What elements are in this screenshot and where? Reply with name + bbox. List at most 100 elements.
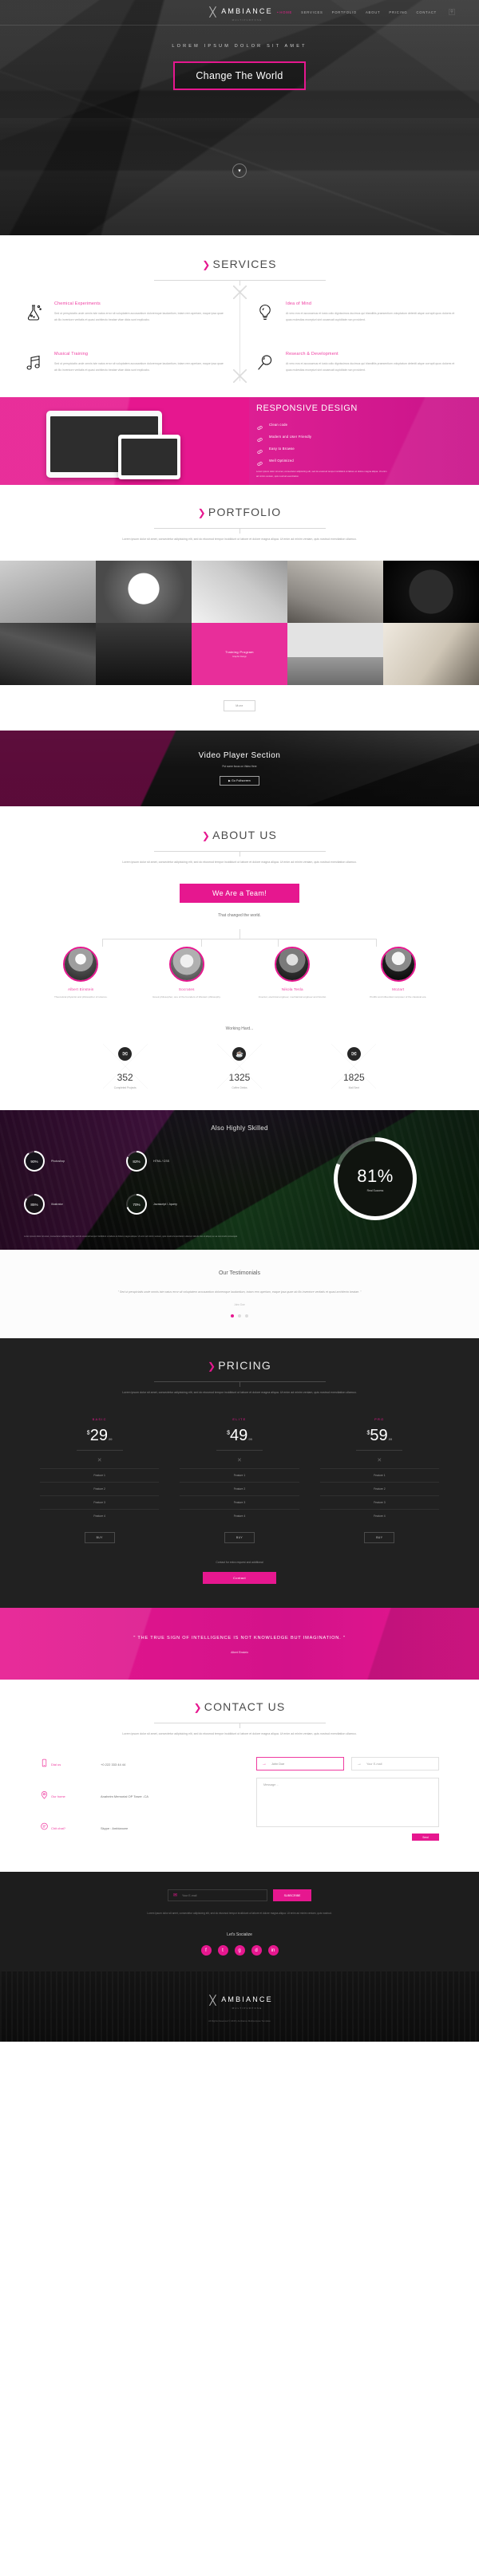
portfolio-item[interactable] (287, 560, 383, 623)
subscribe-section: ✉ Your E-mail SUBSCRIBE Lorem ipsum dolo… (0, 1872, 479, 1972)
plan-buy-button[interactable]: BUY (224, 1532, 255, 1544)
team-member[interactable]: Albert Einstein Theoretical physicist an… (32, 946, 130, 999)
plan-buy-button[interactable]: BUY (84, 1532, 115, 1544)
contact-heading: ❯ CONTACT US Lorem ipsum dolor sit amet, … (0, 1700, 479, 1738)
lightbulb-icon (255, 301, 276, 326)
portfolio-more-button[interactable]: More (224, 699, 255, 711)
service-card-musical[interactable]: Musical Training Sed ut perspiciatis und… (24, 352, 224, 376)
footer-section: AMBIANCE MULTIPURPOSE All Rights Reserve… (0, 1971, 479, 2042)
service-card-research[interactable]: Research & Development At vero eos et ac… (255, 352, 455, 376)
portfolio-item[interactable] (0, 560, 96, 623)
nav-item-services[interactable]: SERVICES (301, 10, 323, 14)
service-text: At vero eos et accusamus et iusto odio d… (286, 312, 455, 321)
portfolio-item[interactable] (383, 560, 479, 623)
portfolio-item[interactable] (96, 622, 192, 685)
services-title-text: SERVICES (212, 258, 277, 270)
team-member[interactable]: Mozart Prolific and influential composer… (350, 946, 448, 999)
avatar (63, 946, 99, 982)
chat-bubble-icon (40, 1821, 51, 1835)
plan-period: .99 (247, 1437, 252, 1442)
contact-value: +0 222 333 44 44 (101, 1762, 126, 1767)
video-fullscreen-button[interactable]: ▶ Go Fullscreen (220, 775, 259, 786)
skill-label: Photoshop (51, 1160, 65, 1163)
nav-item-contact[interactable]: CONTACT (416, 10, 437, 14)
team-member[interactable]: Socrates Greek philosopher, one of the f… (138, 946, 236, 999)
close-icon: ✕ (97, 1458, 102, 1464)
plan-feature: Feature 4 (319, 1509, 439, 1522)
hero-content: LOREM IPSUM DOLOR SIT AMET Change The Wo… (0, 24, 479, 90)
nav-item-portfolio[interactable]: PORTFOLIO (332, 10, 357, 14)
plan-feature: Feature 1 (319, 1468, 439, 1482)
send-button[interactable]: Send (412, 1834, 439, 1841)
name-field[interactable]: → John Doe (256, 1757, 344, 1771)
message-field[interactable]: Message .. (256, 1778, 439, 1828)
section-title: ❯ PORTFOLIO (198, 506, 282, 518)
plan-buy-button[interactable]: BUY (364, 1532, 395, 1544)
search-icon[interactable]: ⚲ (449, 9, 455, 15)
plan-feature: Feature 1 (180, 1468, 299, 1482)
section-title: ❯ SERVICES (202, 258, 276, 270)
testimonial-quote: " Sed ut perspiciatis unde omnis iste na… (117, 1290, 362, 1294)
chevron-down-icon[interactable]: ▾ (232, 163, 247, 178)
section-rule (153, 850, 326, 857)
team-member-name: Socrates (178, 987, 195, 991)
nav-item-pricing[interactable]: PRICING (389, 10, 407, 14)
nav-item-home[interactable]: HOME (277, 10, 292, 14)
plan-price: $29.99 (87, 1427, 113, 1450)
tablet-small-mockup (118, 435, 180, 479)
team-banner-button[interactable]: We Are a Team! (180, 883, 299, 903)
team-member-name: Albert Einstein (67, 987, 94, 991)
counter-item: ✉ 1825 Mail Sent (297, 1044, 411, 1089)
device-mockups (24, 404, 251, 479)
email-field[interactable]: → Your E-mail (351, 1757, 439, 1771)
skill-label: Illustrator (51, 1203, 63, 1206)
portfolio-item[interactable] (96, 560, 192, 623)
portfolio-item[interactable] (383, 622, 479, 685)
pricing-plans: BASIC $29.99 ✕ Feature 1 Feature 2 Featu… (40, 1417, 439, 1544)
close-icon: ✕ (237, 1458, 242, 1464)
hero-cta-button[interactable]: Change The World (173, 61, 306, 90)
twitter-icon[interactable]: t (217, 1945, 228, 1956)
arrow-right-icon: → (357, 1761, 362, 1767)
linkedin-icon[interactable]: in (267, 1945, 279, 1956)
portfolio-item[interactable] (287, 622, 383, 685)
hero-section: AMBIANCE MULTIPURPOSE HOME SERVICES PORT… (0, 0, 479, 235)
services-grid: Chemical Experiments Sed ut perspiciatis… (24, 286, 455, 383)
pagination-dot[interactable] (245, 1314, 248, 1318)
contact-info: Dial us +0 222 333 44 44 Our home Anahei… (40, 1757, 243, 1853)
mail-icon: ✉ (173, 1893, 178, 1899)
pagination-dot[interactable] (238, 1314, 241, 1318)
service-card-chemical[interactable]: Chemical Experiments Sed ut perspiciatis… (24, 301, 224, 326)
subscribe-button[interactable]: SUBSCRIBE (273, 1889, 311, 1902)
responsive-feature: Easy to Browse (256, 445, 455, 454)
video-title: Video Player Section (198, 750, 281, 760)
service-card-idea[interactable]: Idea of Mind At vero eos et accusamus et… (255, 301, 455, 326)
skill-ring: 85% (24, 1194, 45, 1215)
success-label: Real Success (366, 1188, 384, 1192)
portfolio-heading: ❯ PORTFOLIO Lorem ipsum dolor sit amet, c… (0, 506, 479, 543)
portfolio-item[interactable] (0, 622, 96, 685)
success-percent: 81% (357, 1165, 394, 1186)
section-title: ❯ CONTACT US (194, 1700, 286, 1713)
pagination-dot[interactable] (231, 1314, 234, 1318)
team-member-bio: Greek philosopher, one of the founders o… (152, 995, 221, 998)
plan-feature: Feature 3 (40, 1495, 160, 1509)
portfolio-item-featured[interactable]: Training Program Graphic Design (192, 622, 287, 685)
pricing-contact-button[interactable]: Contact (203, 1572, 276, 1585)
portfolio-item[interactable] (192, 560, 287, 623)
footer-logo[interactable]: AMBIANCE MULTIPURPOSE (206, 1991, 273, 2010)
plan-feature: Feature 2 (180, 1482, 299, 1495)
team-member[interactable]: Nikola Tesla Inventor, electrical engine… (243, 946, 342, 999)
nav-item-about[interactable]: ABOUT (366, 10, 380, 14)
facebook-icon[interactable]: f (200, 1945, 212, 1956)
success-ring: 81% Real Success (334, 1137, 417, 1220)
counters-grid: ✉ 352 Completed Projects ☕ 1325 Coffee D… (68, 1044, 411, 1089)
x-logo-icon (206, 6, 219, 18)
subscribe-email-input[interactable]: ✉ Your E-mail (168, 1889, 267, 1902)
service-title: Chemical Experiments (54, 301, 101, 306)
site-logo[interactable]: AMBIANCE MULTIPURPOSE (206, 3, 273, 22)
phone-icon (40, 1757, 51, 1771)
counter-item: ✉ 352 Completed Projects (68, 1044, 182, 1089)
google-plus-icon[interactable]: g (234, 1945, 245, 1956)
dribbble-icon[interactable]: d (251, 1945, 262, 1956)
